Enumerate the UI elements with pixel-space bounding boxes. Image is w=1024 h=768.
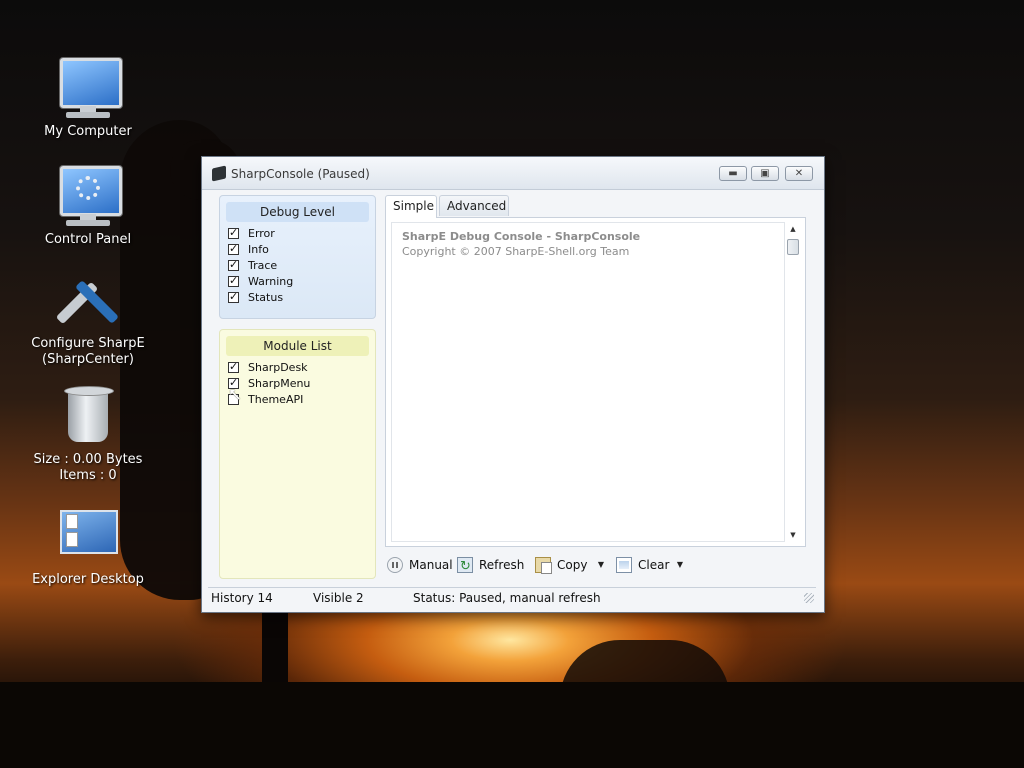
desktop-icon-label: My Computer (44, 124, 132, 139)
manual-label: Manual (409, 558, 453, 572)
minimize-icon: ▬ (728, 168, 738, 179)
refresh-button[interactable]: Refresh (457, 555, 525, 577)
checkbox-label: Trace (248, 259, 278, 272)
explorer-desktop-icon (56, 504, 120, 568)
debug-level-warning[interactable]: Warning (228, 274, 375, 290)
desktop-icon-my-computer[interactable]: My Computer (13, 56, 163, 140)
copy-dropdown-arrow-icon[interactable]: ▼ (596, 555, 606, 575)
debug-level-info[interactable]: Info (228, 242, 375, 258)
checkbox-label: Error (248, 227, 275, 240)
console-output[interactable]: SharpE Debug Console - SharpConsole Copy… (391, 222, 785, 542)
checkbox-label: SharpDesk (248, 361, 308, 374)
debug-level-trace[interactable]: Trace (228, 258, 375, 274)
clear-label: Clear (638, 558, 670, 572)
pause-icon (387, 557, 403, 573)
checkbox[interactable] (228, 258, 239, 271)
desktop-icon-recycle-bin[interactable]: Size : 0.00 Bytes Items : 0 (13, 384, 163, 484)
tab-simple[interactable]: Simple (385, 195, 437, 218)
copy-label: Copy (557, 558, 588, 572)
checkbox-label: Warning (248, 275, 294, 288)
status-bar: History 14 Visible 2 Status: Paused, man… (208, 587, 816, 608)
tab-advanced[interactable]: Advanced (439, 195, 509, 216)
tab-content: SharpE Debug Console - SharpConsole Copy… (385, 217, 806, 547)
clear-icon (616, 557, 632, 573)
control-panel-icon (56, 164, 122, 228)
refresh-icon (457, 557, 473, 577)
copy-button[interactable]: Copy (535, 555, 587, 575)
title-bar[interactable]: SharpConsole (Paused) ▬ ▣ ✕ (202, 157, 824, 190)
maximize-icon: ▣ (760, 168, 770, 179)
mouse-cursor-icon: ⭦ (229, 385, 241, 406)
checkbox[interactable] (228, 360, 239, 373)
checkbox[interactable] (228, 274, 239, 287)
recycle-bin-icon (56, 384, 120, 448)
desktop-icon-configure-sharpe[interactable]: Configure SharpE (SharpCenter) (13, 268, 163, 368)
history-count: History 14 (211, 591, 273, 605)
close-icon: ✕ (794, 168, 804, 179)
checkbox-label: SharpMenu (248, 377, 311, 390)
vertical-scrollbar[interactable]: ▲ ▼ (785, 222, 801, 542)
module-themeapi[interactable]: ThemeAPI (228, 392, 375, 408)
module-list-title: Module List (226, 336, 369, 356)
scroll-thumb[interactable] (787, 239, 799, 255)
module-sharpdesk[interactable]: SharpDesk (228, 360, 375, 376)
sharpconsole-window: SharpConsole (Paused) ▬ ▣ ✕ Debug Level … (201, 156, 825, 613)
copy-icon (535, 557, 552, 574)
window-title: SharpConsole (Paused) (231, 167, 370, 181)
checkbox[interactable] (228, 290, 239, 303)
clear-dropdown-arrow-icon[interactable]: ▼ (675, 555, 685, 575)
desktop-icon-label: Explorer Desktop (32, 572, 144, 587)
module-sharpmenu[interactable]: SharpMenu (228, 376, 375, 392)
debug-level-status[interactable]: Status (228, 290, 375, 306)
checkbox-label: Info (248, 243, 269, 256)
manual-button[interactable]: Manual (387, 555, 453, 575)
console-app-icon (212, 165, 226, 182)
maximize-button[interactable]: ▣ (751, 166, 779, 181)
desktop-icon-label: Size : 0.00 Bytes Items : 0 (33, 452, 143, 483)
debug-level-title: Debug Level (226, 202, 369, 222)
desktop-icon-control-panel[interactable]: Control Panel (13, 164, 163, 248)
status-text: Status: Paused, manual refresh (413, 591, 601, 605)
checkbox-label: Status (248, 291, 284, 304)
scroll-down-icon[interactable]: ▼ (785, 528, 801, 542)
debug-level-group: Debug Level Error Info Trace Warning Sta… (219, 195, 376, 319)
close-button[interactable]: ✕ (785, 166, 813, 181)
console-line: SharpE Debug Console - SharpConsole (402, 230, 641, 243)
desktop-icon-label: Configure SharpE (SharpCenter) (31, 336, 145, 367)
minimize-button[interactable]: ▬ (719, 166, 747, 181)
checkbox-label: ThemeAPI (248, 393, 304, 406)
clear-button[interactable]: Clear (616, 555, 669, 575)
debug-level-error[interactable]: Error (228, 226, 375, 242)
computer-icon (56, 56, 122, 120)
desktop-icon-explorer-desktop[interactable]: Explorer Desktop (13, 504, 163, 588)
console-toolbar: Manual Refresh Copy ▼ Clear ▼ (387, 555, 807, 577)
desktop-icon-label: Control Panel (44, 232, 132, 247)
visible-count: Visible 2 (313, 591, 364, 605)
tools-icon (55, 268, 120, 332)
refresh-label: Refresh (479, 558, 525, 572)
checkbox[interactable] (228, 242, 239, 255)
scroll-up-icon[interactable]: ▲ (785, 222, 801, 236)
console-line: Copyright © 2007 SharpE-Shell.org Team (402, 245, 630, 258)
resize-grip-icon[interactable] (804, 593, 814, 603)
checkbox[interactable] (228, 226, 239, 239)
module-list-group: Module List SharpDesk SharpMenu ThemeAPI (219, 329, 376, 579)
ground-silhouette (0, 682, 1024, 768)
